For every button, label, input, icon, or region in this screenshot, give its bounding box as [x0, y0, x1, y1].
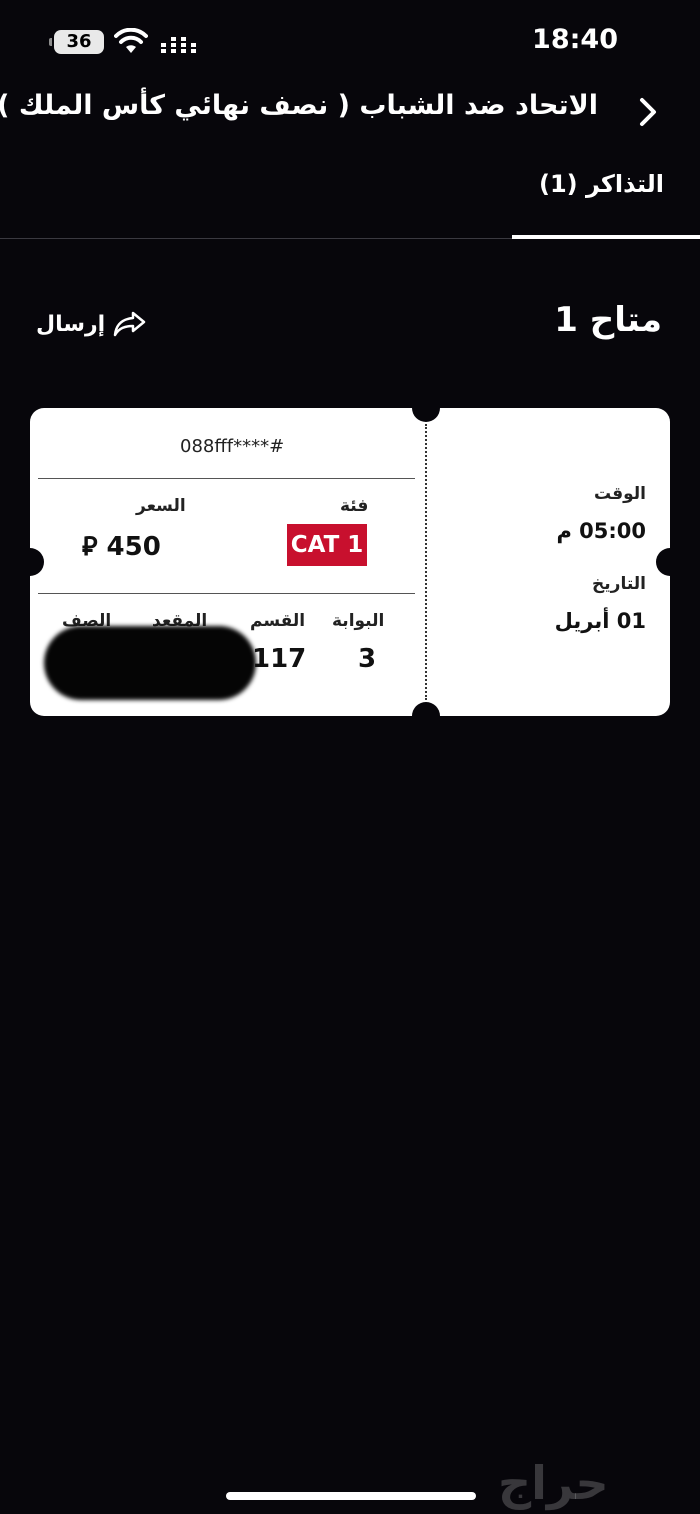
- currency-symbol: ⃁: [82, 532, 98, 562]
- ticket-card[interactable]: 088fff****# السعر ⃁ 450 فئة CAT 1 الصف ا…: [30, 408, 670, 716]
- wifi-icon: [114, 28, 148, 53]
- ticket-notch-bottom: [412, 702, 440, 716]
- price-value: ⃁ 450: [82, 530, 161, 563]
- status-time: 18:40: [532, 24, 618, 55]
- event-title: الاتحاد ضد الشباب ( نصف نهائي كأس الملك …: [0, 90, 598, 121]
- time-label: الوقت: [594, 484, 646, 504]
- category-badge: CAT 1: [287, 524, 367, 566]
- home-indicator: [226, 1492, 476, 1500]
- ticket-notch-left: [30, 548, 44, 576]
- battery-level: 36: [66, 31, 92, 52]
- header: الاتحاد ضد الشباب ( نصف نهائي كأس الملك …: [0, 84, 700, 140]
- redacted-seat-row: [44, 626, 256, 700]
- send-button[interactable]: إرسال: [36, 306, 147, 342]
- date-value: 01 أبريل: [554, 609, 646, 633]
- date-label: التاريخ: [592, 574, 646, 594]
- share-arrow-icon: [113, 311, 146, 337]
- price-label: السعر: [136, 496, 186, 516]
- tab-active-indicator: [512, 235, 700, 239]
- ticket-notch-top: [412, 408, 440, 422]
- watermark-logo: حراج: [498, 1456, 609, 1510]
- status-bar: 36 18:40: [0, 0, 700, 84]
- gate-label: البوابة: [332, 611, 385, 631]
- ticket-number: 088fff****#: [180, 436, 285, 457]
- ticket-divider-top: [38, 478, 415, 479]
- tab-tickets[interactable]: التذاكر (1): [539, 170, 664, 198]
- send-label: إرسال: [36, 311, 106, 337]
- ticket-notch-right: [656, 548, 670, 576]
- chevron-right-icon[interactable]: [632, 92, 664, 132]
- available-count-title: متاح 1: [554, 300, 662, 340]
- time-value: 05:00 م: [556, 519, 646, 543]
- gate-value: 3: [358, 644, 377, 674]
- category-label: فئة: [340, 496, 369, 516]
- ticket-divider-bottom: [38, 593, 415, 594]
- price-amount: 450: [106, 532, 161, 562]
- battery-icon: 36: [49, 30, 104, 54]
- section-value: 117: [252, 644, 307, 674]
- tab-bar: التذاكر (1): [0, 160, 700, 240]
- ticket-perforation: [425, 424, 427, 700]
- section-label: القسم: [250, 611, 306, 631]
- cellular-signal-icon: [161, 37, 196, 53]
